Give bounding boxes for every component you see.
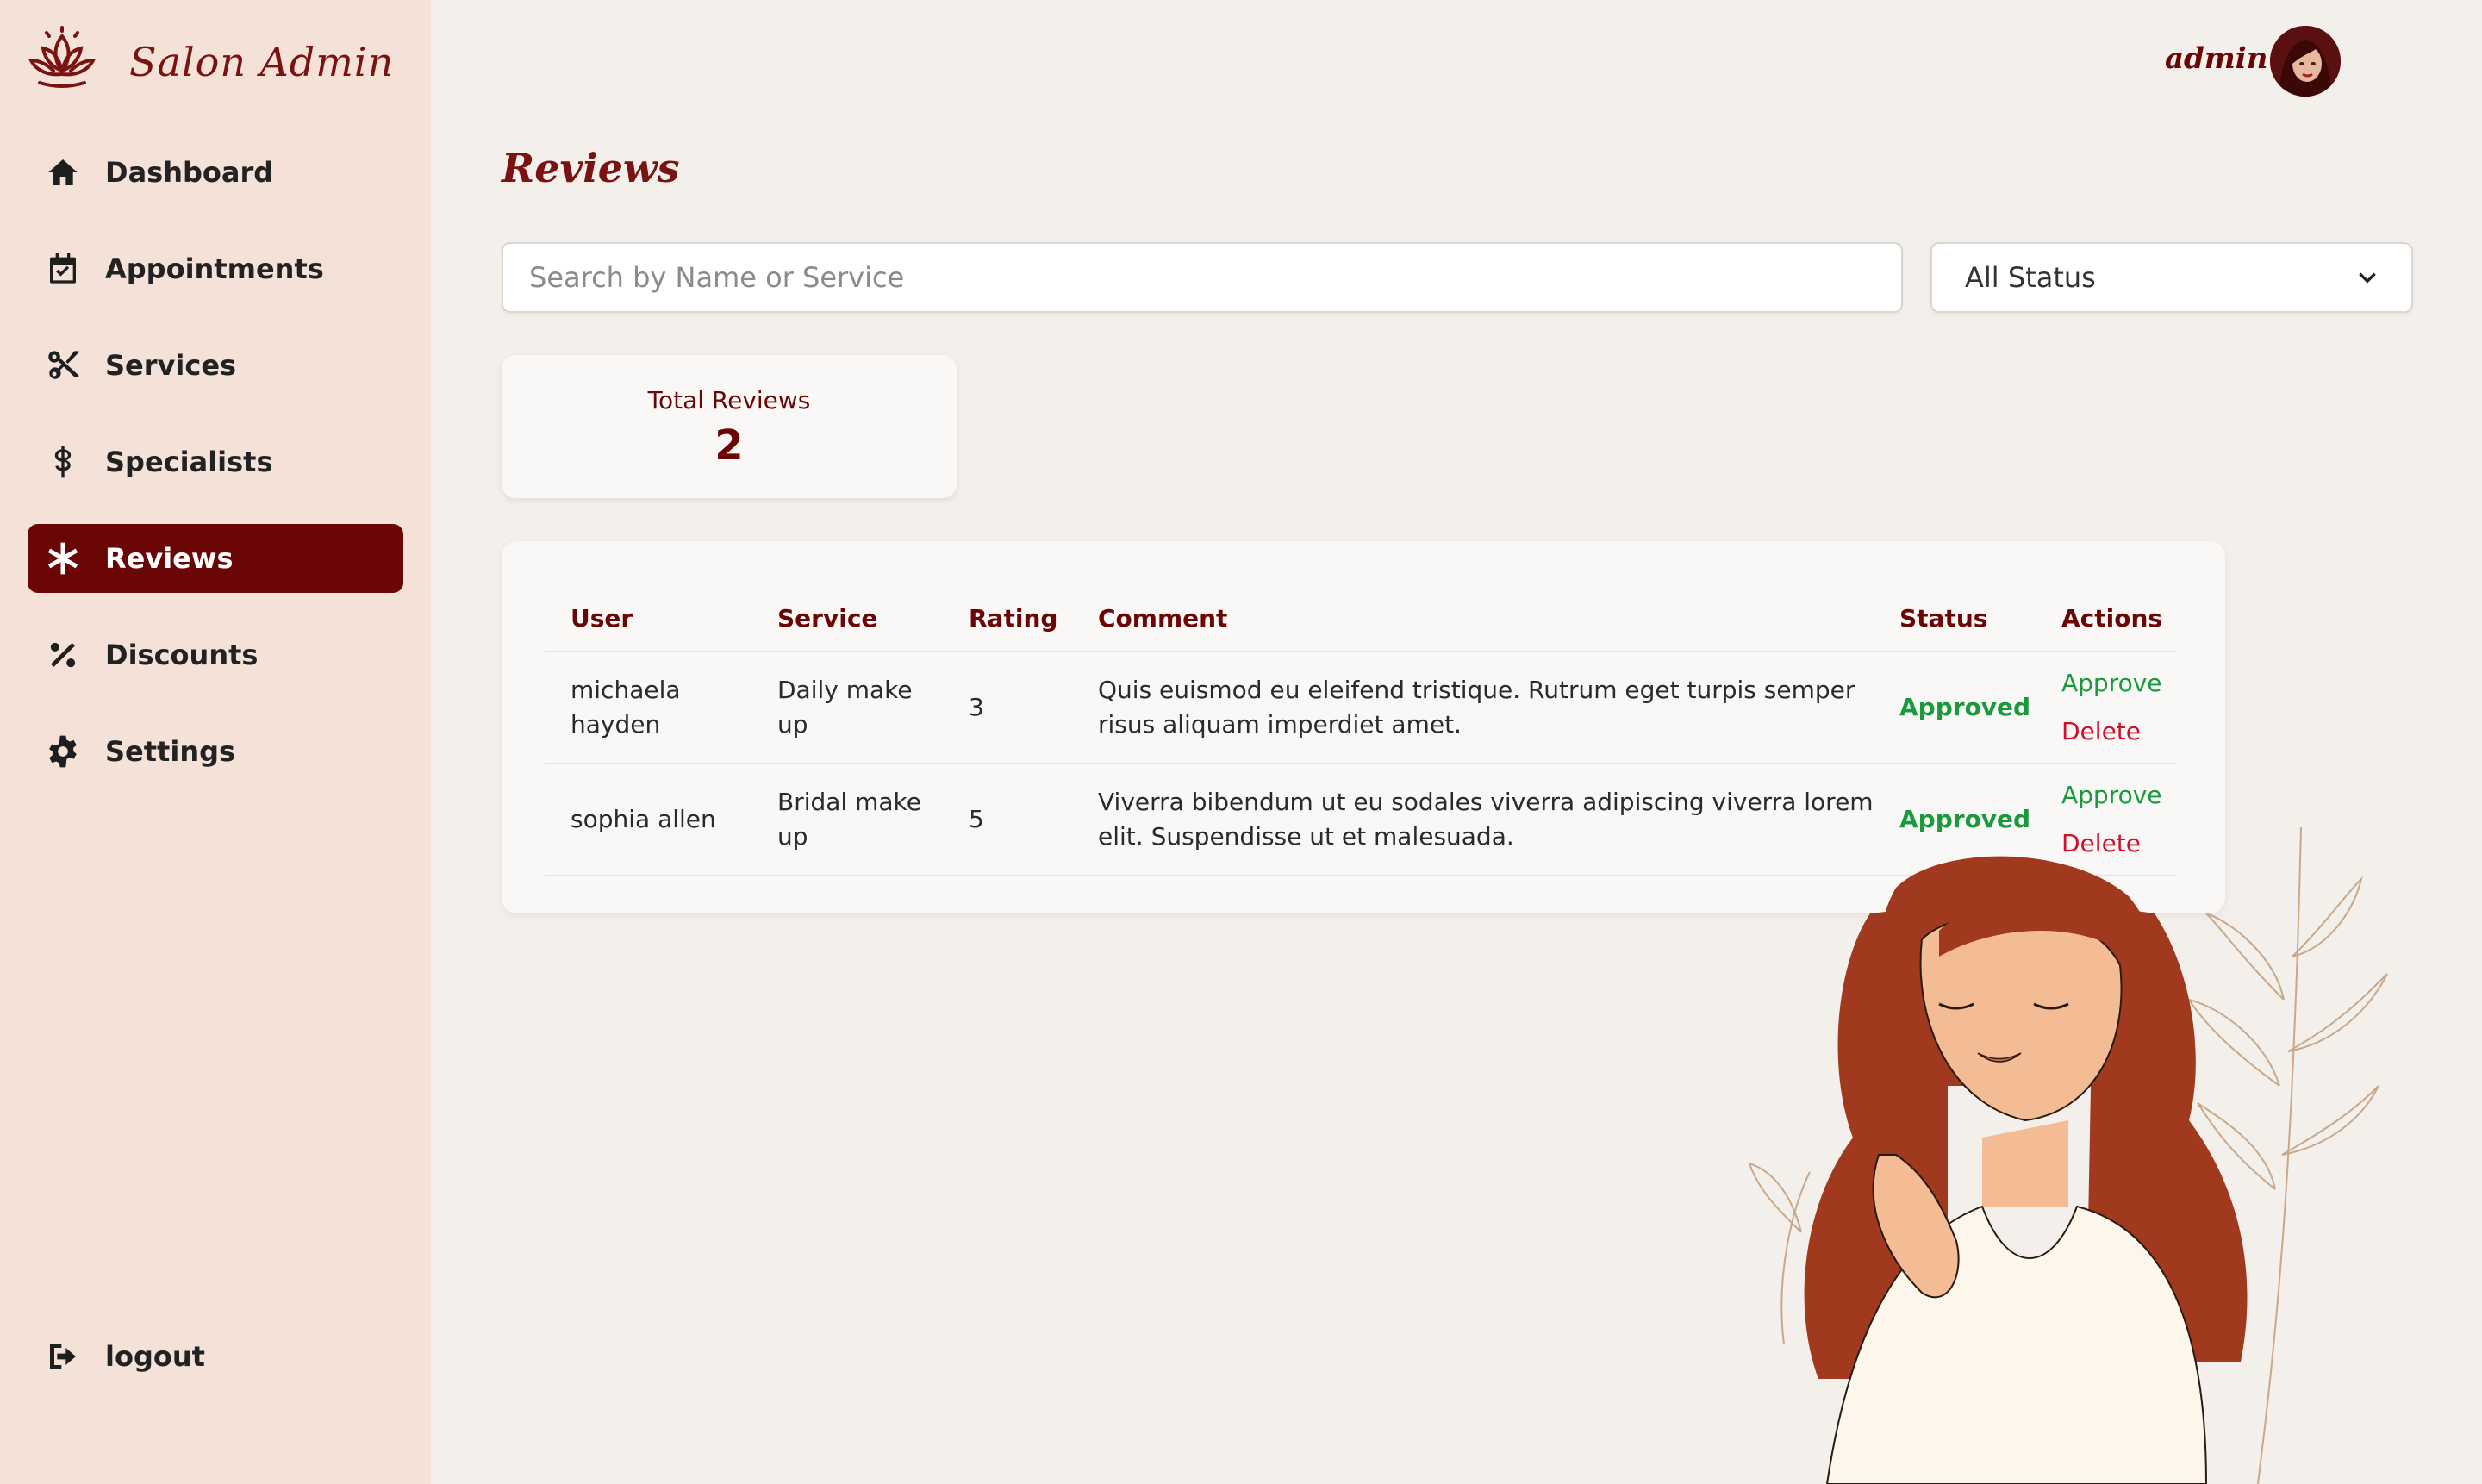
status-filter-value: All Status bbox=[1965, 261, 2096, 294]
column-header-status: Status bbox=[1874, 586, 2036, 652]
lotus-logo-icon bbox=[28, 26, 97, 88]
approve-button[interactable]: Approve bbox=[2061, 771, 2177, 820]
sidebar-item-specialists[interactable]: Specialists bbox=[28, 427, 403, 496]
logout-button[interactable]: logout bbox=[28, 1322, 403, 1391]
cell-actions: Approve Delete bbox=[2036, 652, 2177, 764]
sidebar-item-appointments[interactable]: Appointments bbox=[28, 234, 403, 303]
column-header-user: User bbox=[545, 586, 751, 652]
avatar[interactable] bbox=[2270, 26, 2341, 97]
staff-of-hermes-icon bbox=[45, 444, 81, 480]
sidebar-item-discounts[interactable]: Discounts bbox=[28, 620, 403, 689]
cell-user: sophia allen bbox=[545, 764, 751, 876]
cell-service: Bridal make up bbox=[751, 764, 943, 876]
sidebar: Salon Admin Dashboard Appointments Servi… bbox=[0, 0, 431, 1484]
sidebar-item-label: Specialists bbox=[105, 446, 273, 478]
column-header-rating: Rating bbox=[943, 586, 1072, 652]
calendar-check-icon bbox=[45, 251, 81, 287]
asterisk-icon bbox=[45, 540, 81, 577]
approve-button[interactable]: Approve bbox=[2061, 659, 2177, 708]
table-header-row: User Service Rating Comment Status Actio… bbox=[545, 586, 2177, 652]
total-reviews-value: 2 bbox=[714, 421, 744, 470]
page-title: Reviews bbox=[502, 145, 680, 191]
gear-icon bbox=[45, 733, 81, 770]
chevron-down-icon bbox=[2359, 272, 2376, 284]
sidebar-item-label: Appointments bbox=[105, 253, 324, 285]
sidebar-item-reviews[interactable]: Reviews bbox=[28, 524, 403, 593]
status-badge: Approved bbox=[1874, 652, 2036, 764]
brand[interactable]: Salon Admin bbox=[26, 26, 394, 98]
woman-illustration bbox=[1748, 827, 2388, 1484]
sidebar-item-label: Settings bbox=[105, 735, 236, 768]
home-icon bbox=[45, 154, 81, 190]
cell-service: Daily make up bbox=[751, 652, 943, 764]
cell-rating: 5 bbox=[943, 764, 1072, 876]
total-reviews-card: Total Reviews 2 bbox=[502, 355, 957, 498]
sidebar-item-label: Discounts bbox=[105, 639, 259, 671]
table-row: michaela hayden Daily make up 3 Quis eui… bbox=[545, 652, 2177, 764]
sidebar-nav: Dashboard Appointments Services Speciali… bbox=[28, 138, 403, 814]
cell-comment: Quis euismod eu eleifend tristique. Rutr… bbox=[1072, 652, 1874, 764]
logout-label: logout bbox=[105, 1340, 205, 1373]
logout-icon bbox=[45, 1338, 81, 1375]
sidebar-item-dashboard[interactable]: Dashboard bbox=[28, 138, 403, 207]
search-input[interactable] bbox=[502, 242, 1903, 313]
sidebar-item-label: Dashboard bbox=[105, 156, 274, 189]
cell-user: michaela hayden bbox=[545, 652, 751, 764]
delete-button[interactable]: Delete bbox=[2061, 708, 2177, 756]
sidebar-item-settings[interactable]: Settings bbox=[28, 717, 403, 786]
sidebar-item-label: Reviews bbox=[105, 542, 234, 575]
sidebar-item-label: Services bbox=[105, 349, 237, 382]
avatar-portrait-icon bbox=[2270, 26, 2341, 97]
scissors-icon bbox=[45, 347, 81, 383]
total-reviews-label: Total Reviews bbox=[647, 386, 811, 415]
brand-name: Salon Admin bbox=[129, 39, 395, 85]
column-header-service: Service bbox=[751, 586, 943, 652]
cell-rating: 3 bbox=[943, 652, 1072, 764]
percent-icon bbox=[45, 637, 81, 673]
column-header-comment: Comment bbox=[1072, 586, 1874, 652]
status-filter-select[interactable]: All Status bbox=[1930, 242, 2413, 313]
column-header-actions: Actions bbox=[2036, 586, 2177, 652]
logout-area: logout bbox=[28, 1322, 403, 1419]
user-name[interactable]: admin bbox=[2165, 41, 2267, 76]
sidebar-item-services[interactable]: Services bbox=[28, 331, 403, 400]
